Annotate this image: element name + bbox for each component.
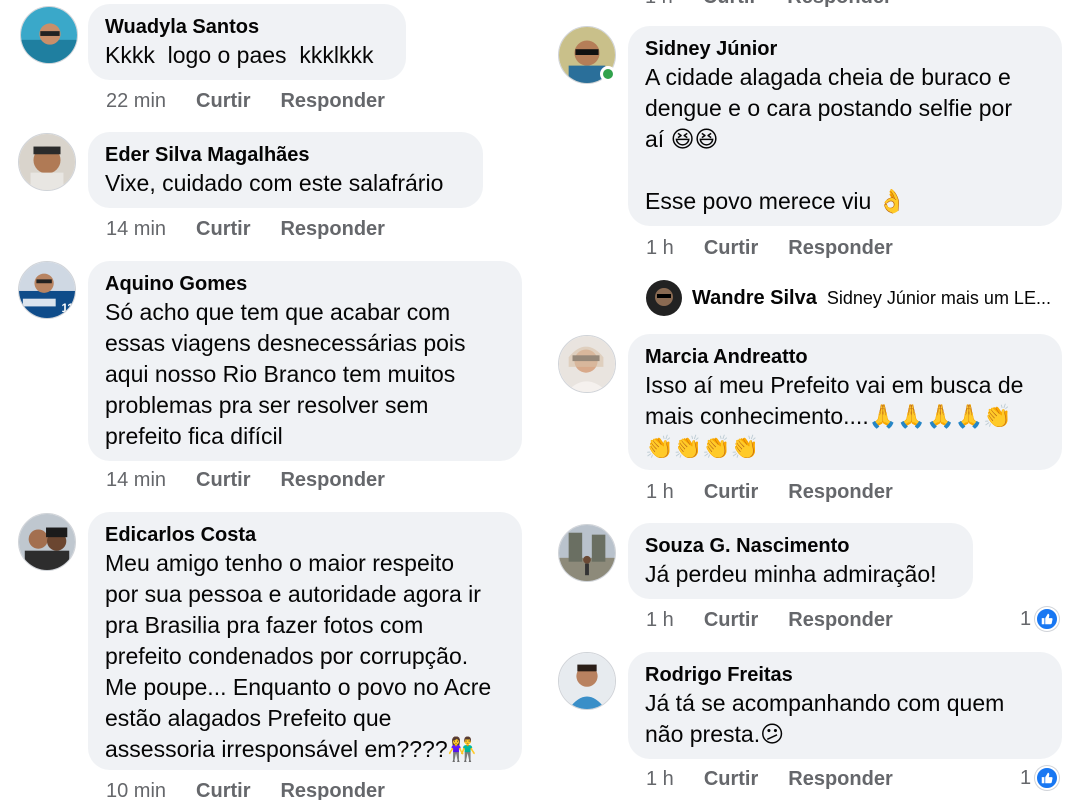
comment-author[interactable]: Sidney Júnior	[645, 36, 1046, 62]
comment-time[interactable]: 1 h	[646, 768, 674, 791]
reply-preview[interactable]: Wandre Silva Sidney Júnior mais um LE...	[646, 280, 1051, 316]
comment-author[interactable]: Edicarlos Costa	[105, 522, 506, 548]
avatar[interactable]: 11	[18, 261, 76, 319]
comment-bubble: Wuadyla Santos Kkkk logo o paes kkklkkk	[88, 4, 406, 80]
online-status-icon	[600, 66, 616, 82]
comment-actions: 1 h Curtir Responder	[646, 768, 923, 791]
reaction-count[interactable]: 1	[1020, 607, 1060, 631]
avatar[interactable]	[558, 652, 616, 710]
reply-link[interactable]: Responder	[788, 768, 892, 791]
like-link[interactable]: Curtir	[704, 481, 758, 504]
comment-actions: 1 h Curtir Responder	[646, 237, 923, 260]
comment-time[interactable]: 22 min	[106, 90, 166, 113]
like-thumb-icon	[1035, 607, 1060, 631]
comment-actions: 1 h Curtir Responder	[646, 481, 923, 504]
like-link[interactable]: Curtir	[704, 237, 758, 260]
reply-link[interactable]: Responder	[280, 469, 384, 492]
like-link[interactable]: Curtir	[196, 90, 250, 113]
comment-time[interactable]: 14 min	[106, 218, 166, 241]
comment-actions: 14 min Curtir Responder	[106, 469, 415, 492]
comment-author[interactable]: Souza G. Nascimento	[645, 533, 957, 559]
like-link[interactable]: Curtir	[704, 609, 758, 632]
comment-bubble: Eder Silva Magalhães Vixe, cuidado com e…	[88, 132, 483, 208]
reaction-number: 1	[1020, 607, 1032, 630]
comment-time[interactable]: 10 min	[106, 780, 166, 800]
comment-actions: 22 min Curtir Responder	[106, 90, 415, 113]
comment-actions: 1 h Curtir Responder	[646, 609, 923, 632]
avatar-badge-text: 11	[61, 303, 74, 315]
reply-link[interactable]: Responder	[788, 481, 892, 504]
comment-text: Kkkk logo o paes kkklkkk	[105, 42, 374, 68]
reaction-number: 1	[1020, 766, 1032, 789]
comment-actions: 14 min Curtir Responder	[106, 218, 415, 241]
reply-snippet[interactable]: Sidney Júnior mais um LE...	[827, 288, 1051, 309]
comment-text: Já tá se acompanhando com quem não prest…	[645, 690, 1005, 747]
comment-bubble: Edicarlos Costa Meu amigo tenho o maior …	[88, 512, 522, 770]
avatar[interactable]	[18, 133, 76, 191]
reply-link[interactable]: Responder	[280, 780, 384, 800]
reply-author[interactable]: Wandre Silva	[692, 287, 817, 310]
comment-author[interactable]: Wuadyla Santos	[105, 14, 390, 40]
comment-actions: 10 min Curtir Responder	[106, 780, 415, 800]
like-link[interactable]: Curtir	[196, 780, 250, 800]
comment-bubble: Aquino Gomes Só acho que tem que acabar …	[88, 261, 522, 461]
comment-text: Meu amigo tenho o maior respeito por sua…	[105, 550, 492, 762]
comment-time[interactable]: 1 h	[646, 609, 674, 632]
comment-bubble: Marcia Andreatto Isso aí meu Prefeito va…	[628, 334, 1062, 470]
avatar[interactable]	[558, 524, 616, 582]
cut-off-actions: 1 hCurtirResponder	[645, 0, 892, 9]
comment-bubble: Sidney Júnior A cidade alagada cheia de …	[628, 26, 1062, 226]
comment-text: Já perdeu minha admiração!	[645, 561, 937, 587]
comment-time[interactable]: 14 min	[106, 469, 166, 492]
comment-bubble: Rodrigo Freitas Já tá se acompanhando co…	[628, 652, 1062, 759]
comment-author[interactable]: Rodrigo Freitas	[645, 662, 1046, 688]
comment-time[interactable]: 1 h	[646, 481, 674, 504]
comment-author[interactable]: Marcia Andreatto	[645, 344, 1046, 370]
reply-link[interactable]: Responder	[788, 609, 892, 632]
avatar[interactable]	[558, 335, 616, 393]
like-link[interactable]: Curtir	[704, 768, 758, 791]
like-link[interactable]: Curtir	[196, 469, 250, 492]
comment-text: Isso aí meu Prefeito vai em busca de mai…	[645, 372, 1024, 460]
avatar[interactable]	[646, 280, 682, 316]
reply-link[interactable]: Responder	[788, 237, 892, 260]
avatar[interactable]	[18, 513, 76, 571]
comment-bubble: Souza G. Nascimento Já perdeu minha admi…	[628, 523, 973, 599]
reaction-count[interactable]: 1	[1020, 766, 1060, 790]
comment-time[interactable]: 1 h	[646, 237, 674, 260]
comment-author[interactable]: Eder Silva Magalhães	[105, 142, 467, 168]
comment-text: Vixe, cuidado com este salafrário	[105, 170, 444, 196]
comment-text: Só acho que tem que acabar com essas via…	[105, 299, 466, 449]
like-thumb-icon	[1035, 766, 1060, 790]
like-link[interactable]: Curtir	[196, 218, 250, 241]
reply-link[interactable]: Responder	[280, 90, 384, 113]
comment-text: A cidade alagada cheia de buraco e dengu…	[645, 64, 1012, 214]
comment-author[interactable]: Aquino Gomes	[105, 271, 506, 297]
avatar[interactable]	[20, 6, 78, 64]
reply-link[interactable]: Responder	[280, 218, 384, 241]
